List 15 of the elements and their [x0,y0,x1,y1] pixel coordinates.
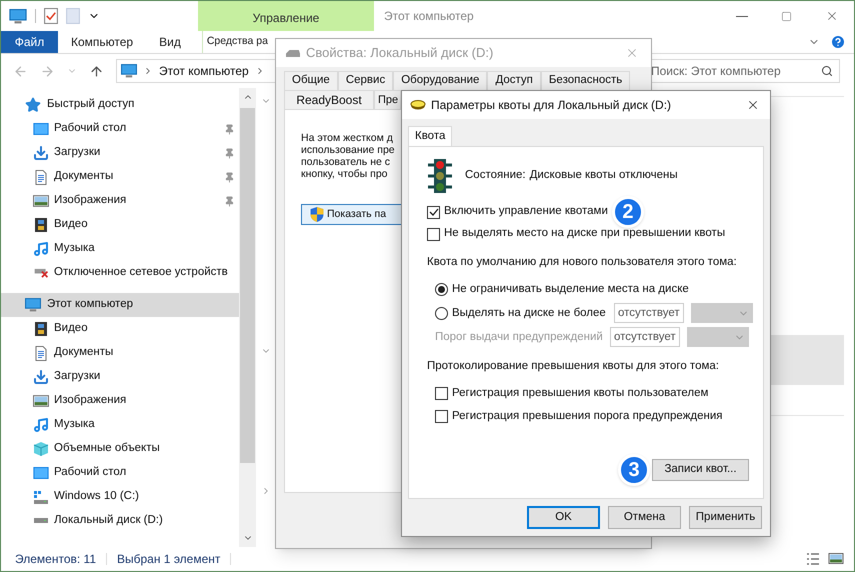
description-text: На этом жестком д [301,132,393,144]
warning-label: Порог выдачи предупреждений [435,330,604,345]
context-tab-group: Управление [198,1,374,31]
status-value: Дисковые квоты отключены [530,168,678,184]
section-heading: Протоколирование превышения квоты для этого тома: [427,359,719,374]
window-title: Этот компьютер [384,8,474,25]
status-text: Элементов: 11 [15,551,96,568]
dialog-title: Параметры квоты для Локальный диск (D:) [431,97,672,114]
section-heading: Квота по умолчанию для нового пользователя этого тома: [427,255,737,270]
description-text: использование пре [301,144,395,156]
description-text: кнопку, чтобы про [301,168,388,180]
status-label: Состояние: [465,168,526,184]
dialog-title: Свойства: Локальный диск (D:) [306,44,494,62]
status-text: Выбран 1 элемент [117,551,220,568]
description-text: пользователь не с [301,156,390,168]
